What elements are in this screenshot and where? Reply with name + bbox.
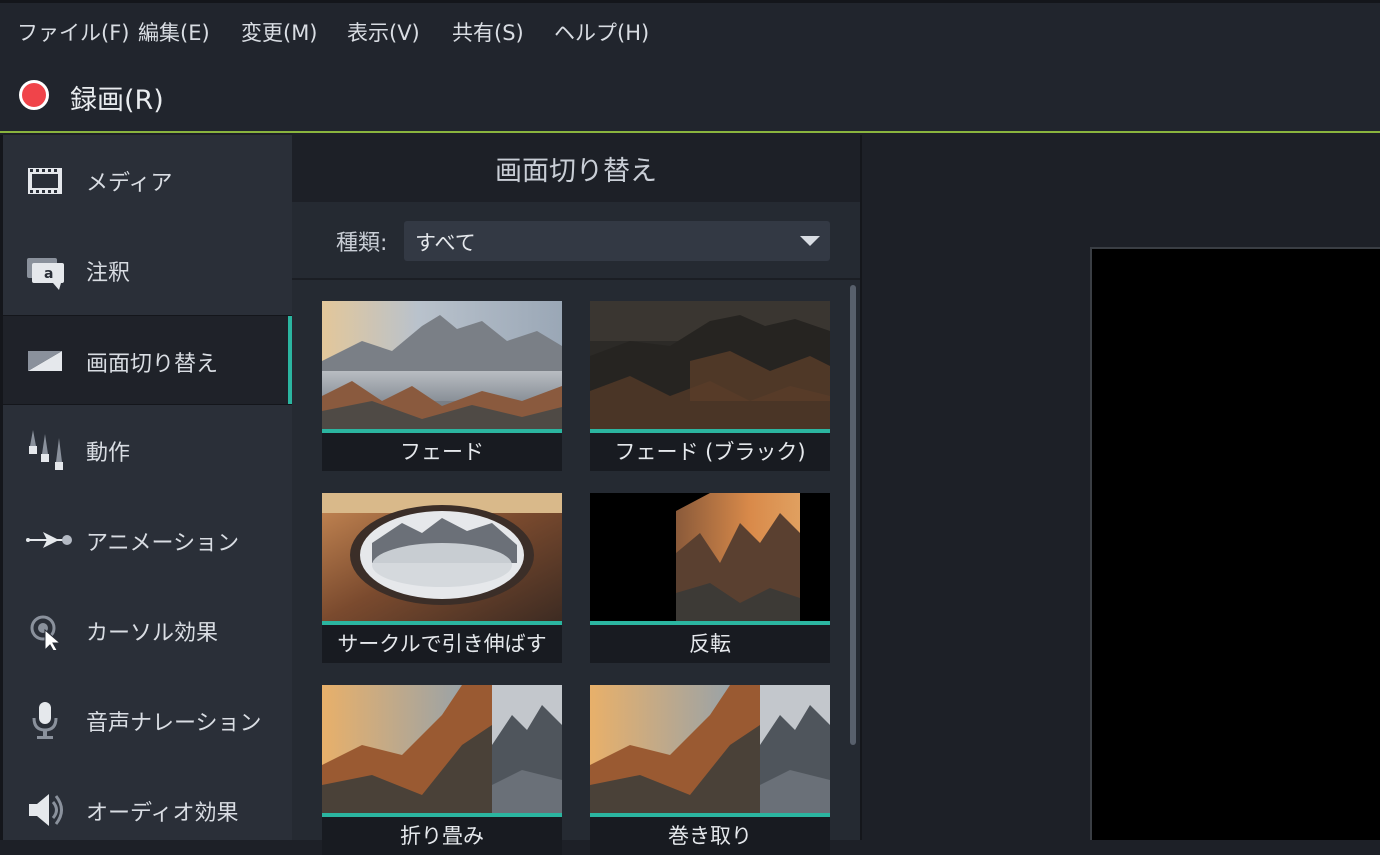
thumbnail-accent-bar xyxy=(590,429,830,433)
panel-scrollbar[interactable] xyxy=(847,285,857,835)
transitions-panel: 画面切り替え 種類: すべて フェード フェード (ブラック) サークルで引き伸… xyxy=(292,135,862,855)
sidebar-item-label: カーソル効果 xyxy=(86,621,219,646)
record-button[interactable]: 録画(R) xyxy=(0,60,190,133)
record-icon xyxy=(19,80,49,110)
chevron-down-icon xyxy=(800,236,820,246)
transition-thumb[interactable]: 巻き取り xyxy=(590,685,830,855)
sidebar-item-label: オーディオ効果 xyxy=(86,801,239,826)
sidebar-item-animations[interactable]: アニメーション xyxy=(3,495,292,585)
transition-icon xyxy=(28,351,62,371)
sidebar-item-label: 画面切り替え xyxy=(86,352,219,377)
menu-bar: ファイル(F) 編集(E) 変更(M) 表示(V) 共有(S) ヘルプ(H) xyxy=(0,0,1380,60)
menu-file[interactable]: ファイル(F) xyxy=(17,17,129,47)
sidebar-item-transitions[interactable]: 画面切り替え xyxy=(3,315,292,405)
filter-value: すべて xyxy=(415,231,476,255)
thumbnail-accent-bar xyxy=(322,813,562,817)
callout-icon: a xyxy=(27,258,64,290)
animation-icon xyxy=(26,532,72,548)
sidebar-item-cursor-effects[interactable]: カーソル効果 xyxy=(3,585,292,675)
thumbnail-image xyxy=(590,493,830,621)
transition-thumb[interactable]: フェード xyxy=(322,301,562,471)
thumbnail-image xyxy=(322,493,562,621)
sidebar-item-label: 注釈 xyxy=(86,261,131,286)
sidebar-item-voice-narration[interactable]: 音声ナレーション xyxy=(3,675,292,765)
sidebar: メディア a 注釈 画面切り替え 動作 アニメーション カーソル効果 音声ナレー… xyxy=(0,135,292,840)
sidebar-item-label: 動作 xyxy=(86,441,131,466)
sidebar-item-label: 音声ナレーション xyxy=(86,711,262,736)
transition-thumb[interactable]: 反転 xyxy=(590,493,830,663)
record-toolbar: 録画(R) xyxy=(0,60,1380,133)
record-label: 録画(R) xyxy=(70,85,164,116)
transition-thumb[interactable]: フェード (ブラック) xyxy=(590,301,830,471)
thumbnail-label: サークルで引き伸ばす xyxy=(337,632,547,656)
thumbnail-label: フェード xyxy=(400,440,484,464)
thumbnail-accent-bar xyxy=(590,813,830,817)
thumbnail-accent-bar xyxy=(590,621,830,625)
thumbnail-label: フェード (ブラック) xyxy=(614,440,806,464)
transition-thumb[interactable]: サークルで引き伸ばす xyxy=(322,493,562,663)
preview-canvas[interactable] xyxy=(1090,247,1380,840)
panel-header: 画面切り替え xyxy=(292,135,860,202)
thumbnail-label: 反転 xyxy=(689,632,731,656)
thumbnail-label: 折り畳み xyxy=(400,824,484,848)
menu-edit[interactable]: 編集(E) xyxy=(138,17,210,47)
behavior-icon xyxy=(29,430,63,470)
sidebar-item-behaviors[interactable]: 動作 xyxy=(3,405,292,495)
menu-view[interactable]: 表示(V) xyxy=(347,17,420,47)
panel-title: 画面切り替え xyxy=(495,156,657,187)
thumbnail-accent-bar xyxy=(322,429,562,433)
speaker-icon xyxy=(29,794,63,826)
thumbnail-image xyxy=(322,301,562,429)
thumbnail-label: 巻き取り xyxy=(668,824,752,848)
filter-row: 種類: すべて xyxy=(292,202,860,280)
menu-modify[interactable]: 変更(M) xyxy=(241,17,318,47)
microphone-icon xyxy=(32,702,58,739)
menu-help[interactable]: ヘルプ(H) xyxy=(554,17,649,47)
svg-text:a: a xyxy=(44,266,53,282)
thumbnail-image xyxy=(590,685,830,813)
preview-area xyxy=(862,135,1380,840)
cursor-effect-icon xyxy=(30,615,62,650)
type-filter-dropdown[interactable]: すべて xyxy=(404,221,830,261)
sidebar-item-media[interactable]: メディア xyxy=(3,135,292,225)
sidebar-item-label: メディア xyxy=(86,171,173,196)
film-icon xyxy=(28,168,62,194)
menu-share[interactable]: 共有(S) xyxy=(452,17,524,47)
scrollbar-thumb[interactable] xyxy=(850,285,856,745)
thumbnail-image xyxy=(322,685,562,813)
thumbnail-image xyxy=(590,301,830,429)
sidebar-item-label: アニメーション xyxy=(86,531,240,556)
filter-label: 種類: xyxy=(336,231,388,256)
transition-thumb[interactable]: 折り畳み xyxy=(322,685,562,855)
thumbnail-accent-bar xyxy=(322,621,562,625)
sidebar-item-audio-effects[interactable]: オーディオ効果 xyxy=(3,765,292,855)
sidebar-item-annotations[interactable]: a 注釈 xyxy=(3,225,292,315)
